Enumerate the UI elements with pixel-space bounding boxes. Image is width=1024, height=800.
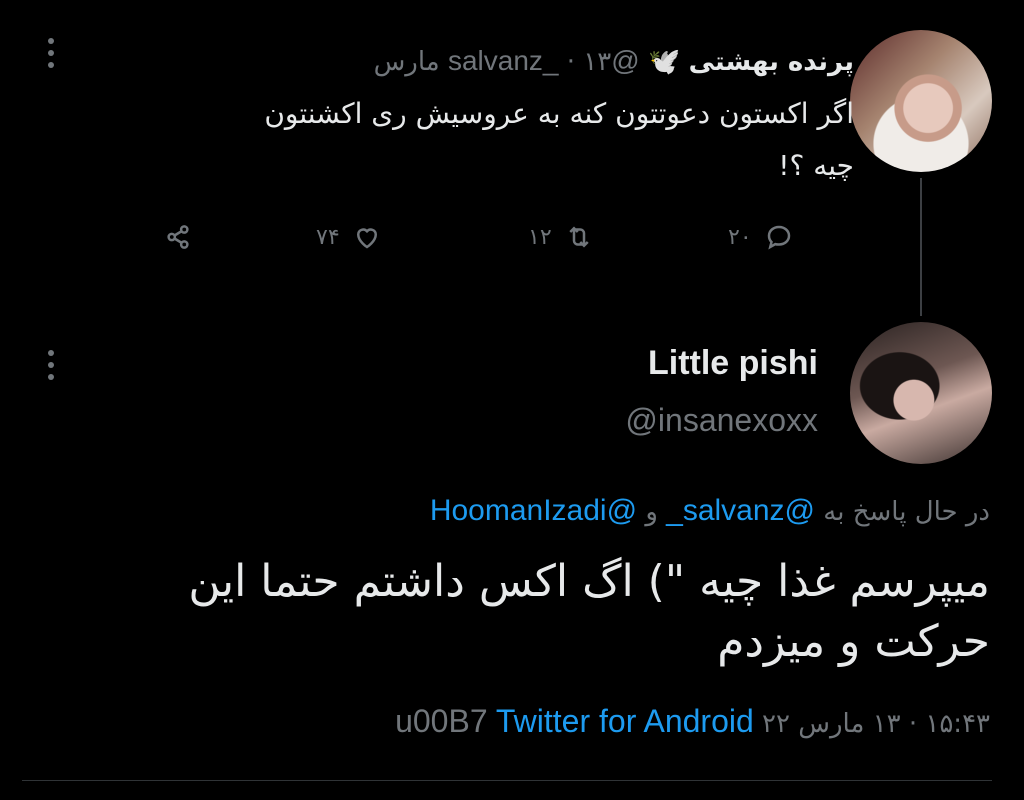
dove-emoji-icon: 🕊️ <box>647 47 681 77</box>
tweet2-handle[interactable]: @insanexoxx <box>625 402 818 439</box>
more-vertical-icon[interactable] <box>48 350 54 386</box>
divider <box>22 780 992 781</box>
tweet2-date[interactable]: ۱۳ مارس ۲۲ <box>762 709 901 739</box>
share-icon <box>167 225 189 249</box>
more-vertical-icon[interactable] <box>48 38 54 74</box>
tweet2-text-line1: میپرسم غذا چیه ") اگ اکس داشتم حتما این <box>188 556 990 607</box>
tweet2-client-link[interactable]: Twitter for Android <box>496 703 754 739</box>
tweet2-text-line2: حرکت و میزدم <box>717 616 990 667</box>
tweet2-display-name[interactable]: Little pishi <box>648 344 818 383</box>
tweet1-text: اگر اکستون دعوتتون کنه به عروسیش ری اکشن… <box>154 88 854 192</box>
reply-button[interactable]: ۲۰ <box>728 222 794 252</box>
tweet1-handle[interactable]: @salvanz_ <box>448 45 640 76</box>
reply-joiner: و <box>645 497 658 527</box>
heart-icon <box>356 228 377 249</box>
retweet-icon <box>569 226 589 248</box>
like-count: ۷۴ <box>316 224 340 250</box>
tweet1-separator: · <box>566 47 576 77</box>
tweet1-display-name[interactable]: پرنده بهشتی <box>689 47 854 77</box>
retweet-button[interactable]: ۱۲ <box>528 222 594 252</box>
replying-to-line: در حال پاسخ به @salvanz_ و @HoomanIzadi <box>430 494 990 528</box>
tweet2-time[interactable]: ۱۵:۴۳ <box>925 709 990 739</box>
tweet2-separator: · <box>908 709 918 739</box>
replying-to-label: در حال پاسخ به <box>823 497 990 527</box>
tweet2-text: میپرسم غذا چیه ") اگ اکس داشتم حتما این … <box>70 552 990 672</box>
avatar-salvanz[interactable] <box>850 30 992 172</box>
tweet1-text-line1: اگر اکستون دعوتتون کنه به عروسیش ری اکشن… <box>264 97 854 130</box>
thread-connector <box>920 178 922 316</box>
reply-user-link-hoomanizadi[interactable]: @HoomanIzadi <box>430 494 637 527</box>
tweet1-header: پرنده بهشتی 🕊️ @salvanz_ · ۱۳ مارس <box>374 45 854 77</box>
reply-icon <box>767 225 790 250</box>
like-button[interactable]: ۷۴ <box>316 222 382 252</box>
retweet-count: ۱۲ <box>528 224 552 250</box>
tweet2-meta: ۱۵:۴۳ · ۱۳ مارس ۲۲ u00B7 Twitter for And… <box>395 703 990 740</box>
tweet2-client-code: u00B7 <box>395 703 488 739</box>
share-button[interactable] <box>163 222 193 252</box>
tweet1-text-line2: چیه ؟! <box>778 149 854 182</box>
reply-count: ۲۰ <box>728 224 752 250</box>
avatar-insanexoxx[interactable] <box>850 322 992 464</box>
reply-user-link-salvanz[interactable]: @salvanz_ <box>666 494 815 527</box>
